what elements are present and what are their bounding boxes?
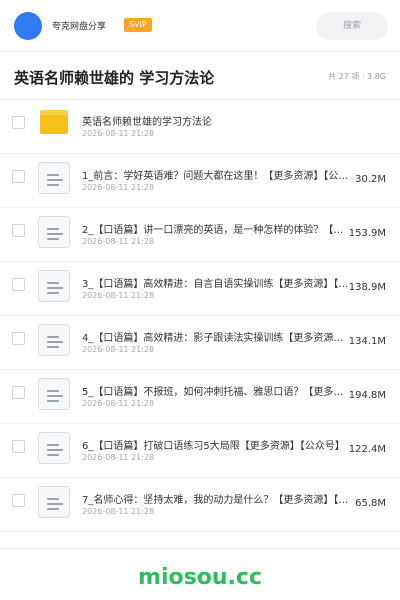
- select-checkbox[interactable]: [12, 440, 25, 453]
- file-size: 30.2M: [353, 174, 386, 185]
- document-icon: [38, 216, 70, 248]
- select-checkbox[interactable]: [12, 170, 25, 183]
- select-checkbox[interactable]: [12, 224, 25, 237]
- file-date: 2026-08-11 21:28: [82, 129, 155, 138]
- file-row[interactable]: 7_名师心得：坚持太难，我的动力是什么？【更多资源】【公众号】 2026-08-1…: [0, 478, 400, 532]
- document-icon: [38, 486, 70, 518]
- document-icon: [38, 162, 70, 194]
- file-name[interactable]: 4_【口语篇】高效精进：影子跟读法实操训练【更多资源】【公众号】: [82, 329, 352, 344]
- file-name[interactable]: 3_【口语篇】高效精进：自言自语实操训练【更多资源】【公众号】: [82, 275, 352, 290]
- select-checkbox[interactable]: [12, 278, 25, 291]
- select-checkbox[interactable]: [12, 494, 25, 507]
- username: 夸克网盘分享: [52, 22, 107, 32]
- file-size: 138.9M: [346, 282, 386, 293]
- file-row[interactable]: 6_【口语篇】打破口语练习5大局限【更多资源】【公众号】 2026-08-11 2…: [0, 424, 400, 478]
- file-size: 194.8M: [346, 390, 386, 401]
- search-input[interactable]: 搜索: [316, 12, 388, 40]
- file-size: 65.8M: [353, 498, 386, 509]
- folder-row[interactable]: 英语名师赖世雄的学习方法论 2026-08-11 21:28: [0, 100, 400, 154]
- file-row[interactable]: 2_【口语篇】讲一口漂亮的英语，是一种怎样的体验？【更多资源】2026-08-1…: [0, 208, 400, 262]
- svip-badge: SVIP: [124, 18, 152, 32]
- document-icon: [38, 432, 70, 464]
- file-row[interactable]: 1_前言：学好英语难？问题大都在这里！【更多资源】【公众号】 2026-08-11…: [0, 154, 400, 208]
- file-date: 2026-08-11 21:28: [82, 237, 155, 246]
- document-icon: [38, 270, 70, 302]
- file-name[interactable]: 6_【口语篇】打破口语练习5大局限【更多资源】【公众号】: [82, 437, 352, 452]
- share-title-bar: 英语名师赖世雄的 学习方法论 共 27 项 · 3.8G: [0, 52, 400, 100]
- file-date: 2026-08-11 21:28: [82, 453, 155, 462]
- select-checkbox[interactable]: [12, 116, 25, 129]
- file-name[interactable]: 7_名师心得：坚持太难，我的动力是什么？【更多资源】【公众号】: [82, 491, 352, 506]
- file-date: 2026-08-11 21:28: [82, 183, 155, 192]
- file-date: 2026-08-11 21:28: [82, 345, 155, 354]
- share-meta: 共 27 项 · 3.8G: [328, 72, 386, 81]
- select-checkbox[interactable]: [12, 332, 25, 345]
- file-name[interactable]: 英语名师赖世雄的学习方法论: [82, 113, 352, 128]
- file-name[interactable]: 1_前言：学好英语难？问题大都在这里！【更多资源】【公众号】: [82, 167, 352, 182]
- file-row[interactable]: 4_【口语篇】高效精进：影子跟读法实操训练【更多资源】【公众号】2026-08-…: [0, 316, 400, 370]
- file-date: 2026-08-11 21:28: [82, 507, 155, 516]
- file-name[interactable]: 5_【口语篇】不报班，如何冲刺托福、雅思口语？【更多资源】: [82, 383, 352, 398]
- top-bar: 夸克网盘分享 SVIP 搜索: [0, 0, 400, 52]
- document-icon: [38, 378, 70, 410]
- file-date: 2026-08-11 21:28: [82, 291, 155, 300]
- file-size: 122.4M: [346, 444, 386, 455]
- watermark: miosou.cc: [138, 565, 262, 590]
- document-icon: [38, 324, 70, 356]
- footer: miosou.cc: [0, 548, 400, 600]
- file-row[interactable]: 5_【口语篇】不报班，如何冲刺托福、雅思口语？【更多资源】 2026-08-11 …: [0, 370, 400, 424]
- file-row[interactable]: 3_【口语篇】高效精进：自言自语实操训练【更多资源】【公众号】 2026-08-1…: [0, 262, 400, 316]
- file-list: 英语名师赖世雄的学习方法论 2026-08-11 21:28 1_前言：学好英语难？…: [0, 100, 400, 532]
- user-avatar[interactable]: [14, 12, 42, 40]
- page-title: 英语名师赖世雄的 学习方法论: [14, 69, 215, 87]
- file-size: 153.9M: [346, 228, 386, 239]
- file-date: 2026-08-11 21:28: [82, 399, 155, 408]
- folder-icon: [38, 108, 70, 140]
- file-size: 134.1M: [346, 336, 386, 347]
- select-checkbox[interactable]: [12, 386, 25, 399]
- file-name[interactable]: 2_【口语篇】讲一口漂亮的英语，是一种怎样的体验？【更多资源】: [82, 221, 352, 236]
